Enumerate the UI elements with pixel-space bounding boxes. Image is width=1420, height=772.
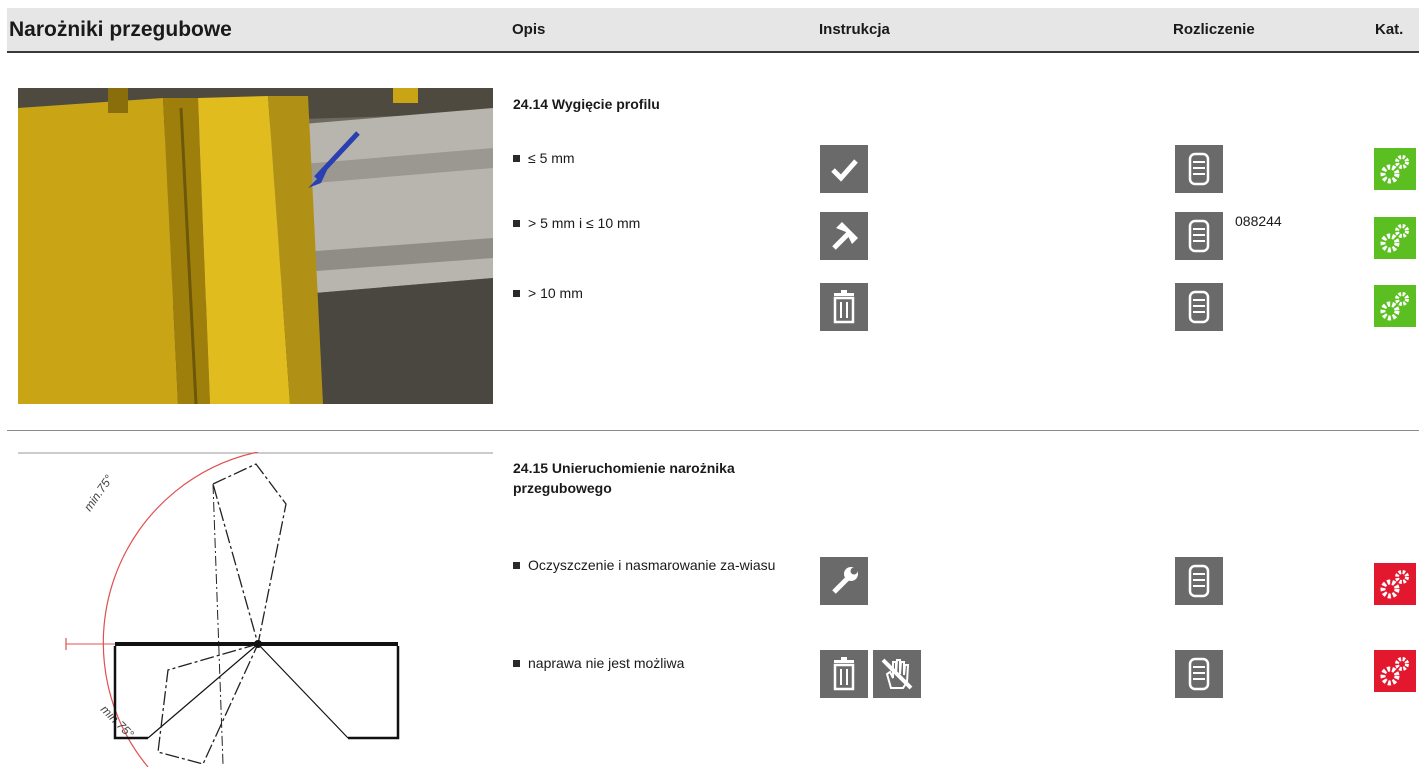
list-item: Oczyszczenie i nasmarowanie za-wiasu — [513, 555, 803, 575]
column-header-instrukcja: Instrukcja — [819, 21, 890, 38]
coin-stack-icon — [1175, 557, 1223, 605]
bullet-icon — [513, 290, 520, 297]
column-header-kat: Kat. — [1375, 21, 1404, 38]
bullet-icon — [513, 155, 520, 162]
bullet-icon — [513, 220, 520, 227]
trash-icon — [820, 650, 868, 698]
list-item: > 10 mm — [513, 283, 803, 303]
list-item: > 5 mm i ≤ 10 mm — [513, 213, 803, 233]
section-title: 24.15 Unieruchomienie narożnika przegubo… — [513, 460, 735, 496]
gears-icon — [1374, 285, 1416, 327]
section-divider — [7, 430, 1419, 431]
hinge-angle-diagram: min.75° min.75° — [18, 451, 493, 768]
billing-code: 088244 — [1235, 213, 1282, 229]
bullet-icon — [513, 562, 520, 569]
section-title: 24.14 Wygięcie profilu — [513, 96, 660, 112]
angle-label-top: min.75° — [81, 472, 116, 514]
list-item: naprawa nie jest możliwa — [513, 653, 803, 673]
profile-bend-photo — [18, 88, 493, 404]
coin-stack-icon — [1175, 650, 1223, 698]
gears-icon — [1374, 148, 1416, 190]
gears-icon — [1374, 563, 1416, 605]
column-header-opis: Opis — [512, 21, 546, 38]
coin-stack-icon — [1175, 145, 1223, 193]
angle-label-bottom: min.75° — [98, 702, 137, 741]
wrench-icon — [820, 557, 868, 605]
bullet-icon — [513, 660, 520, 667]
gears-icon — [1374, 217, 1416, 259]
checkmark-icon — [820, 145, 868, 193]
gears-icon — [1374, 650, 1416, 692]
coin-stack-icon — [1175, 212, 1223, 260]
column-header-rozliczenie: Rozliczenie — [1173, 21, 1255, 38]
table-header: Narożniki przegubowe Opis Instrukcja Roz… — [7, 8, 1419, 53]
coin-stack-icon — [1175, 283, 1223, 331]
no-hand-icon — [873, 650, 921, 698]
trash-icon — [820, 283, 868, 331]
hammer-icon — [820, 212, 868, 260]
page-title: Narożniki przegubowe — [9, 18, 232, 41]
list-item: ≤ 5 mm — [513, 148, 803, 168]
